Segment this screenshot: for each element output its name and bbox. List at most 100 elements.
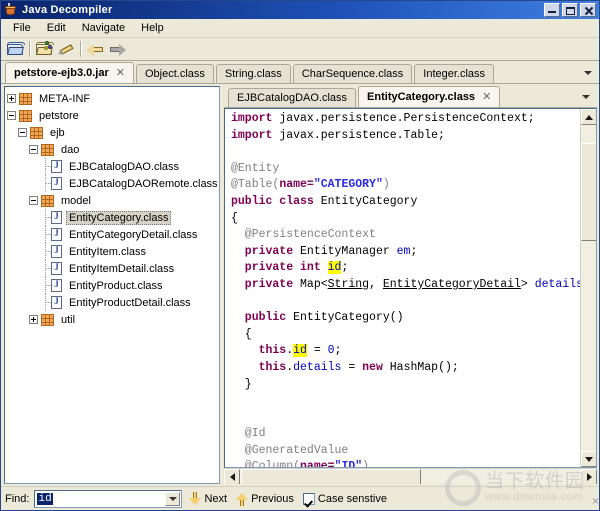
tab-overflow-button[interactable]: [581, 66, 595, 80]
tree-node[interactable]: EntityItemDetail.class: [7, 260, 219, 277]
code-token: ,: [369, 277, 383, 291]
tree-node[interactable]: petstore: [7, 107, 219, 124]
minimize-button[interactable]: [544, 3, 560, 17]
code-line: {: [231, 327, 580, 344]
tree-node-label: petstore: [39, 109, 79, 122]
menu-navigate[interactable]: Navigate: [74, 20, 133, 36]
tree-node[interactable]: EntityCategoryDetail.class: [7, 226, 219, 243]
editor-tab-ejbcatalogdao[interactable]: EJBCatalogDAO.class: [228, 88, 357, 107]
tree-elbow: [40, 260, 51, 277]
search-input[interactable]: id: [34, 489, 183, 508]
close-button[interactable]: [580, 3, 596, 17]
code-token: 0: [327, 344, 335, 358]
tree-node-label: EntityProduct.class: [69, 279, 163, 292]
title-bar: Java Decompiler: [1, 1, 599, 19]
code-line: import javax.persistence.PersistenceCont…: [231, 111, 580, 128]
code-token: ): [362, 460, 370, 467]
tree-node[interactable]: EJBCatalogDAO.class: [7, 158, 219, 175]
tree-node-label: META-INF: [39, 92, 91, 105]
tree-node[interactable]: EJBCatalogDAORemote.class: [7, 175, 219, 192]
tree-node-label: dao: [61, 143, 80, 156]
tree-elbow: [40, 158, 51, 175]
collapse-icon[interactable]: [18, 128, 27, 137]
editor-vertical-scrollbar[interactable]: [580, 109, 596, 467]
code-line: @Id: [231, 426, 580, 443]
code-token[interactable]: String: [328, 278, 369, 291]
menu-help[interactable]: Help: [133, 20, 172, 36]
code-token: public class: [231, 194, 314, 208]
tree-node[interactable]: model: [7, 192, 219, 209]
tree-node[interactable]: EntityProductDetail.class: [7, 294, 219, 311]
code-line: @Column(name="ID"): [231, 459, 580, 467]
tree-node[interactable]: EntityCategory.class: [7, 209, 219, 226]
scroll-right-button[interactable]: [581, 469, 597, 484]
tree-node-label: EntityItemDetail.class: [69, 262, 175, 275]
code-line: import javax.persistence.Table;: [231, 128, 580, 145]
tree-node[interactable]: META-INF: [7, 90, 219, 107]
code-editor[interactable]: import javax.persistence.PersistenceCont…: [224, 108, 597, 468]
scroll-up-button[interactable]: [581, 109, 596, 125]
code-token: @Column: [231, 460, 294, 467]
tree-node[interactable]: EntityProduct.class: [7, 277, 219, 294]
menu-file[interactable]: File: [5, 20, 39, 36]
maximize-button[interactable]: [562, 3, 578, 17]
code-token: this: [231, 360, 287, 374]
editor-tab-overflow-button[interactable]: [579, 90, 593, 104]
close-icon[interactable]: ✕: [482, 91, 491, 103]
find-previous-button[interactable]: Previous: [234, 491, 296, 507]
collapse-icon[interactable]: [29, 196, 38, 205]
package-icon: [30, 126, 43, 139]
forward-button[interactable]: [106, 39, 128, 60]
scroll-left-button[interactable]: [224, 469, 240, 484]
tree-node[interactable]: dao: [7, 141, 219, 158]
menu-edit[interactable]: Edit: [39, 20, 74, 36]
scroll-down-button[interactable]: [581, 451, 596, 467]
code-token[interactable]: EntityCategoryDetail: [383, 278, 521, 291]
tree-node[interactable]: ejb: [7, 124, 219, 141]
close-icon[interactable]: ✕: [116, 67, 125, 79]
expand-icon[interactable]: [7, 94, 16, 103]
code-token: name=: [279, 178, 314, 192]
code-line: public class EntityCategory: [231, 194, 580, 211]
code-token: EntityCategory(): [286, 311, 404, 325]
tree-node-label: EJBCatalogDAO.class: [69, 160, 180, 173]
tab-charsequence-class[interactable]: CharSequence.class: [292, 64, 413, 83]
open-recent-button[interactable]: [33, 39, 55, 60]
preferences-button[interactable]: [55, 39, 77, 60]
editor-horizontal-scrollbar[interactable]: [224, 468, 597, 484]
code-line: {: [231, 211, 580, 228]
vertical-scroll-thumb[interactable]: [581, 143, 596, 241]
triangle-up-icon: [585, 114, 593, 120]
collapse-icon[interactable]: [7, 111, 16, 120]
find-bar: Find: id Next Previous Case senstive: [1, 486, 599, 510]
editor-tab-entitycategory[interactable]: EntityCategory.class ✕: [358, 86, 501, 107]
triangle-right-icon: [586, 473, 592, 481]
tab-label: CharSequence.class: [301, 68, 404, 80]
class-icon: [51, 279, 62, 292]
back-button[interactable]: [84, 39, 106, 60]
tab-object-class[interactable]: Object.class: [135, 64, 214, 83]
tab-string-class[interactable]: String.class: [215, 64, 291, 83]
code-token: EntityCategory: [313, 194, 418, 208]
watermark-close-icon[interactable]: ×: [592, 494, 599, 508]
tree-node[interactable]: util: [7, 311, 219, 328]
source-code[interactable]: import javax.persistence.PersistenceCont…: [225, 109, 580, 467]
case-sensitive-toggle[interactable]: Case senstive: [301, 492, 389, 506]
jar-tree-panel[interactable]: META-INF petstore ejb dao EJBCatalogDAO.clas…: [4, 86, 220, 484]
code-token: ;: [410, 244, 418, 258]
horizontal-scroll-thumb[interactable]: [241, 469, 421, 484]
collapse-icon[interactable]: [29, 145, 38, 154]
code-token: "ID": [334, 460, 363, 467]
find-next-button[interactable]: Next: [187, 491, 229, 507]
tab-petstore-ejb-jar[interactable]: petstore-ejb3.0.jar ✕: [5, 62, 134, 83]
tab-integer-class[interactable]: Integer.class: [414, 64, 495, 83]
checkbox-icon[interactable]: [302, 492, 315, 505]
open-file-button[interactable]: [4, 39, 26, 60]
search-history-dropdown-button[interactable]: [165, 491, 181, 506]
arrow-left-icon: [86, 43, 104, 56]
code-line: private int id;: [231, 260, 580, 277]
tree-node[interactable]: EntityItem.class: [7, 243, 219, 260]
expand-icon[interactable]: [29, 315, 38, 324]
